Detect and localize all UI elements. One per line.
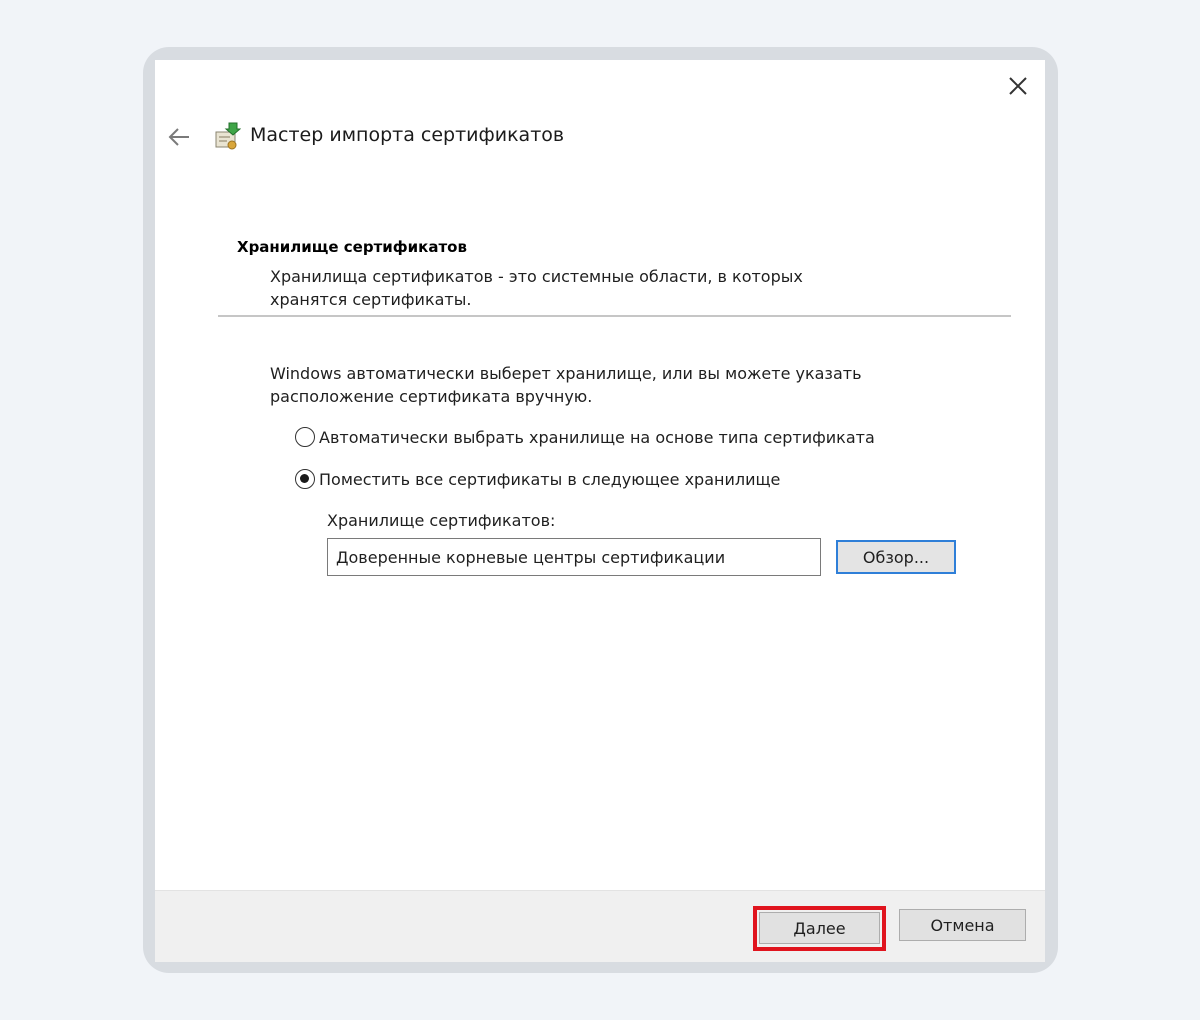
radio-label: Автоматически выбрать хранилище на основ…	[319, 427, 875, 447]
section-description-line: Хранилища сертификатов - это системные о…	[270, 267, 803, 286]
section-heading: Хранилище сертификатов	[237, 238, 467, 256]
section-description-line: хранятся сертификаты.	[270, 290, 472, 309]
back-arrow-icon	[168, 128, 189, 146]
browse-button[interactable]: Обзор...	[836, 540, 956, 574]
certificate-import-wizard-dialog: Мастер импорта сертификатов Хранилище се…	[155, 60, 1045, 962]
certificate-import-icon	[215, 122, 241, 150]
dialog-footer: Далее Отмена	[155, 890, 1045, 962]
wizard-title: Мастер импорта сертификатов	[250, 124, 565, 146]
next-button-highlight	[753, 906, 886, 951]
section-description: Хранилища сертификатов - это системные о…	[270, 265, 870, 311]
intro-text-line: Windows автоматически выберет хранилище,…	[270, 364, 862, 383]
radio-place-in-store[interactable]: Поместить все сертификаты в следующее хр…	[295, 469, 780, 489]
radio-label: Поместить все сертификаты в следующее хр…	[319, 469, 781, 489]
intro-text-line: расположение сертификата вручную.	[270, 387, 593, 406]
radio-button-unselected[interactable]	[295, 427, 315, 447]
close-button[interactable]	[997, 68, 1039, 104]
radio-auto-select-store[interactable]: Автоматически выбрать хранилище на основ…	[295, 427, 875, 447]
certificate-store-label: Хранилище сертификатов:	[327, 511, 556, 530]
back-button[interactable]	[163, 122, 195, 152]
radio-dot	[300, 474, 309, 483]
header-divider	[218, 315, 1011, 317]
close-icon	[1009, 77, 1027, 95]
radio-button-selected[interactable]	[295, 469, 315, 489]
cancel-button[interactable]: Отмена	[899, 909, 1026, 941]
certificate-store-field[interactable]	[327, 538, 821, 576]
intro-text: Windows автоматически выберет хранилище,…	[270, 362, 910, 408]
